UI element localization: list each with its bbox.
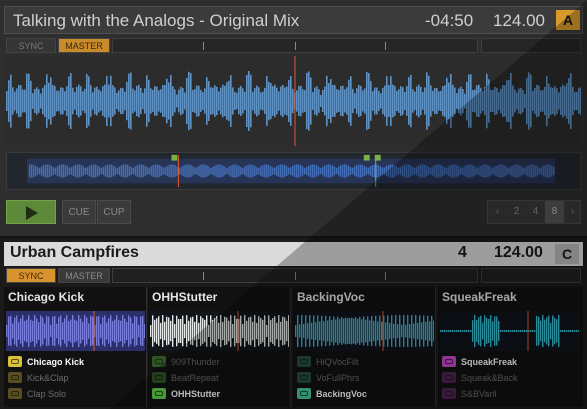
loop-icon xyxy=(8,388,22,399)
one-shot-icon xyxy=(442,388,456,399)
play-icon xyxy=(26,206,38,220)
slot-waveform[interactable] xyxy=(150,311,289,351)
track-deck-a: Talking with the Analogs - Original Mix … xyxy=(0,0,587,236)
beat-position-bar xyxy=(112,38,478,53)
sample-cell[interactable]: Kick&Clap xyxy=(8,371,144,385)
sample-name: S&BVaril xyxy=(461,389,497,399)
master-button[interactable]: MASTER xyxy=(58,268,110,283)
slot-waveform[interactable] xyxy=(440,311,579,351)
loop-size-selector: ‹ 2 4 8 › xyxy=(487,200,581,224)
sample-cell[interactable]: Clap Solo xyxy=(8,387,144,401)
sample-cell[interactable]: BackingVoc xyxy=(297,387,433,401)
tempo-display[interactable]: 124.00 xyxy=(494,244,543,262)
cue-button[interactable]: CUE xyxy=(62,200,96,224)
deck-a-header: Talking with the Analogs - Original Mix … xyxy=(4,6,583,34)
cup-button[interactable]: CUP xyxy=(97,200,131,224)
overview-waveform[interactable] xyxy=(6,152,581,190)
sample-name: HiQVocFilt xyxy=(316,357,359,367)
play-button[interactable] xyxy=(6,200,56,224)
loop-icon xyxy=(297,372,311,383)
loop-icon xyxy=(297,388,311,399)
sample-name: 909Thunder xyxy=(171,357,220,367)
phase-meter xyxy=(481,38,581,53)
slot-title: OHHStutter xyxy=(152,290,218,304)
deck-letter-badge[interactable]: A xyxy=(556,10,580,30)
slot-waveform[interactable] xyxy=(295,311,434,351)
loop-size-4[interactable]: 4 xyxy=(526,201,545,223)
track-title: Talking with the Analogs - Original Mix xyxy=(13,11,300,30)
sample-slot-2: OHHStutter 909Thunder BeatRepeat OHHStut… xyxy=(148,287,291,407)
deck-number: 4 xyxy=(458,244,467,261)
sample-name: Clap Solo xyxy=(27,389,67,399)
sample-cell[interactable]: OHHStutter xyxy=(152,387,288,401)
one-shot-icon xyxy=(442,372,456,383)
tempo-display[interactable]: 124.00 xyxy=(493,11,545,31)
sample-name: BackingVoc xyxy=(316,389,367,399)
sample-cell[interactable]: SqueakFreak xyxy=(442,355,578,369)
sample-cell[interactable]: VoFullPhrs xyxy=(297,371,433,385)
sample-name: Chicago Kick xyxy=(27,357,85,367)
sample-cell[interactable]: HiQVocFilt xyxy=(297,355,433,369)
remaining-time[interactable]: -04:50 xyxy=(425,11,473,31)
deck-c-header: Urban Campfires 4 124.00 C xyxy=(4,242,583,266)
loop-icon xyxy=(152,372,166,383)
sample-slot-1: Chicago Kick Chicago Kick Kick&Clap Clap… xyxy=(4,287,147,407)
beat-tick xyxy=(295,42,296,50)
sample-cell[interactable]: S&BVaril xyxy=(442,387,578,401)
sample-cell[interactable]: BeatRepeat xyxy=(152,371,288,385)
remix-set-title: Urban Campfires xyxy=(10,244,139,261)
beat-tick xyxy=(385,42,386,50)
loop-icon xyxy=(152,356,166,367)
sample-slot-3: BackingVoc HiQVocFilt VoFullPhrs Backing… xyxy=(293,287,436,407)
loop-size-8[interactable]: 8 xyxy=(545,201,564,223)
loop-icon xyxy=(152,388,166,399)
sample-name: VoFullPhrs xyxy=(316,373,360,383)
sample-cell[interactable]: Squeak&Back xyxy=(442,371,578,385)
chevron-left-icon[interactable]: ‹ xyxy=(488,201,507,223)
master-button[interactable]: MASTER xyxy=(58,38,110,53)
beat-position-bar xyxy=(112,268,478,283)
beat-tick xyxy=(203,42,204,50)
sample-name: Squeak&Back xyxy=(461,373,518,383)
loop-size-2[interactable]: 2 xyxy=(507,201,526,223)
sync-button[interactable]: SYNC xyxy=(6,38,56,53)
slot-title: Chicago Kick xyxy=(8,290,85,304)
sample-name: SqueakFreak xyxy=(461,357,518,367)
loop-icon xyxy=(8,356,22,367)
loop-icon xyxy=(297,356,311,367)
beat-tick xyxy=(385,272,386,280)
deck-letter-badge[interactable]: C xyxy=(555,244,579,264)
sample-cell[interactable]: Chicago Kick xyxy=(8,355,144,369)
sample-slot-4: SqueakFreak SqueakFreak Squeak&Back S&BV… xyxy=(438,287,583,407)
slot-title: SqueakFreak xyxy=(442,290,517,304)
stripe-waveform[interactable] xyxy=(6,56,581,146)
beat-tick xyxy=(295,272,296,280)
loop-icon xyxy=(8,372,22,383)
slot-title: BackingVoc xyxy=(297,290,365,304)
beat-tick xyxy=(203,272,204,280)
chevron-right-icon[interactable]: › xyxy=(563,201,582,223)
sample-name: Kick&Clap xyxy=(27,373,69,383)
sample-cell[interactable]: 909Thunder xyxy=(152,355,288,369)
phase-meter xyxy=(481,268,581,283)
slot-waveform[interactable] xyxy=(6,311,145,351)
sample-name: BeatRepeat xyxy=(171,373,219,383)
remix-deck-c: Urban Campfires 4 124.00 C SYNC MASTER C… xyxy=(0,238,587,409)
sync-button[interactable]: SYNC xyxy=(6,268,56,283)
sample-name: OHHStutter xyxy=(171,389,220,399)
one-shot-icon xyxy=(442,356,456,367)
